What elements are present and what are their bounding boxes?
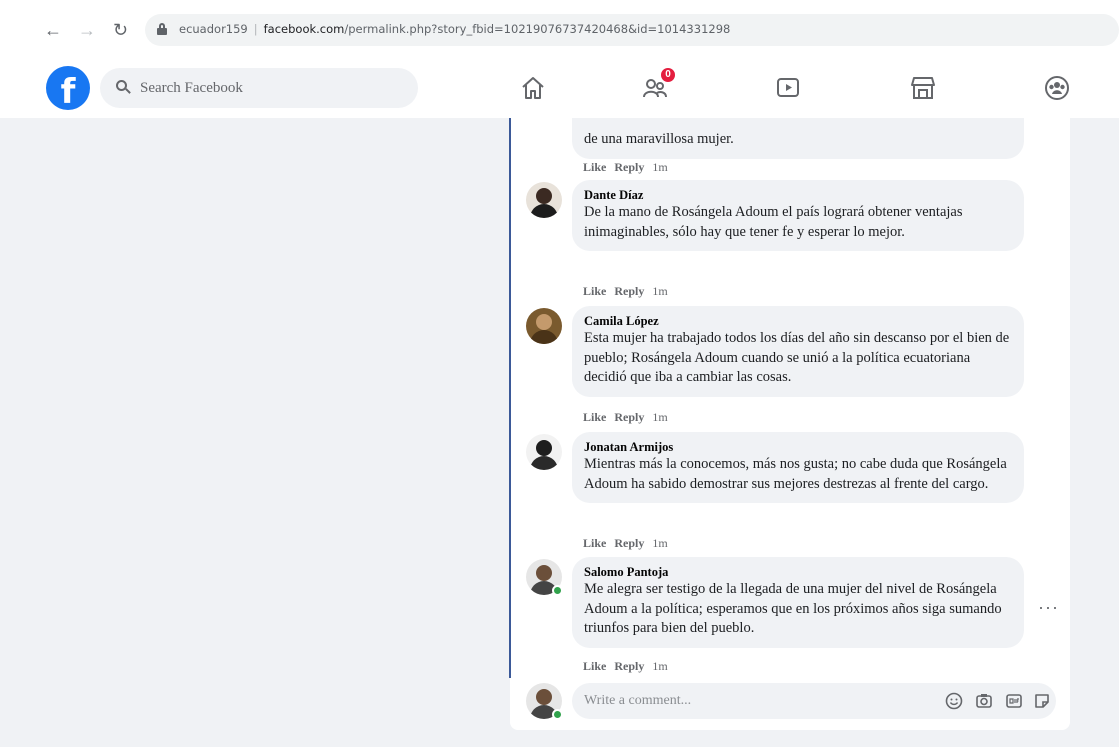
comment-input[interactable] <box>584 692 904 710</box>
tab-home[interactable] <box>503 64 563 110</box>
comment-text: De la mano de Rosángela Adoum el país lo… <box>584 204 963 240</box>
like-button[interactable]: Like <box>583 160 606 174</box>
like-button[interactable]: Like <box>583 536 606 550</box>
comment-bubble: Camila López Esta mujer ha trabajado tod… <box>572 306 1024 397</box>
url-text[interactable]: ecuador159 | facebook.com/permalink.php?st… <box>179 22 730 36</box>
comment-text: Esta mujer ha trabajado todos los días d… <box>584 330 1010 385</box>
comment-actions: Like Reply 1m <box>583 536 676 551</box>
avatar[interactable] <box>526 308 562 344</box>
reply-button[interactable]: Reply <box>614 536 644 550</box>
tab-groups[interactable] <box>1027 64 1087 110</box>
comment-actions: Like Reply 1m <box>583 659 676 674</box>
more-options-icon[interactable]: ··· <box>1038 597 1059 618</box>
comment-time: 1m <box>652 536 668 550</box>
comment-author[interactable]: Camila López <box>584 314 1012 329</box>
comment-author[interactable]: Salomo Pantoja <box>584 565 1012 580</box>
gif-icon[interactable] <box>1004 691 1024 711</box>
notification-badge: 0 <box>659 66 677 84</box>
comment-input-box[interactable] <box>572 683 1056 719</box>
url-host: facebook.com <box>263 22 345 36</box>
avatar[interactable] <box>526 182 562 218</box>
search-box[interactable] <box>100 68 418 108</box>
reload-icon[interactable]: ↻ <box>113 20 128 40</box>
comment-bubble: de una maravillosa mujer. <box>572 118 1024 159</box>
search-input[interactable] <box>140 77 400 99</box>
watch-icon <box>777 78 799 97</box>
comment-bubble: Jonatan Armijos Mientras más la conocemo… <box>572 432 1024 503</box>
url-path: /permalink.php?story_fbid=10219076737420… <box>344 22 731 36</box>
address-bar[interactable]: ecuador159 | facebook.com/permalink.php?st… <box>145 14 1119 46</box>
home-icon <box>522 77 544 99</box>
comment-text: de una maravillosa mujer. <box>584 131 734 147</box>
groups-icon <box>1045 76 1069 100</box>
comment-time: 1m <box>652 410 668 424</box>
url-prefix: ecuador159 <box>179 22 248 36</box>
browser-toolbar: ← → ↻ ecuador159 | facebook.com/permalink.… <box>0 0 1119 56</box>
comment-thread-line <box>509 118 511 678</box>
like-button[interactable]: Like <box>583 659 606 673</box>
comment-text: Mientras más la conocemos, más nos gusta… <box>584 456 1007 492</box>
comment-author[interactable]: Dante Díaz <box>584 188 1012 203</box>
back-icon[interactable]: ← <box>44 20 62 40</box>
marketplace-icon <box>911 77 935 99</box>
tab-watch[interactable] <box>758 64 818 110</box>
lock-icon[interactable] <box>157 23 167 35</box>
comment-bubble: Salomo Pantoja Me alegra ser testigo de … <box>572 557 1024 648</box>
comment-time: 1m <box>652 284 668 298</box>
comment-composer <box>526 681 1056 721</box>
reply-button[interactable]: Reply <box>614 160 644 174</box>
comment-actions: Like Reply 1m <box>583 410 676 425</box>
emoji-icon[interactable] <box>944 691 964 711</box>
comment-time: 1m <box>652 160 668 174</box>
comment-author[interactable]: Jonatan Armijos <box>584 440 1012 455</box>
comment-actions: Like Reply 1m <box>583 160 676 175</box>
camera-icon[interactable] <box>974 691 994 711</box>
search-icon <box>116 80 131 94</box>
comment-bubble: Dante Díaz De la mano de Rosángela Adoum… <box>572 180 1024 251</box>
tab-friends[interactable]: 0 <box>625 64 685 110</box>
reply-button[interactable]: Reply <box>614 410 644 424</box>
tab-marketplace[interactable] <box>893 64 953 110</box>
forward-icon[interactable]: → <box>78 20 96 40</box>
reply-button[interactable]: Reply <box>614 659 644 673</box>
comment-text: Me alegra ser testigo de la llegada de u… <box>584 581 1002 636</box>
avatar[interactable] <box>526 434 562 470</box>
comment-actions: Like Reply 1m <box>583 284 676 299</box>
like-button[interactable]: Like <box>583 410 606 424</box>
sticker-icon[interactable] <box>1032 691 1052 711</box>
comment-time: 1m <box>652 659 668 673</box>
online-status-dot <box>552 709 563 720</box>
facebook-header: f 0 <box>0 56 1119 118</box>
reply-button[interactable]: Reply <box>614 284 644 298</box>
url-separator: | <box>253 22 258 36</box>
facebook-logo[interactable]: f <box>46 66 90 110</box>
like-button[interactable]: Like <box>583 284 606 298</box>
online-status-dot <box>552 585 563 596</box>
